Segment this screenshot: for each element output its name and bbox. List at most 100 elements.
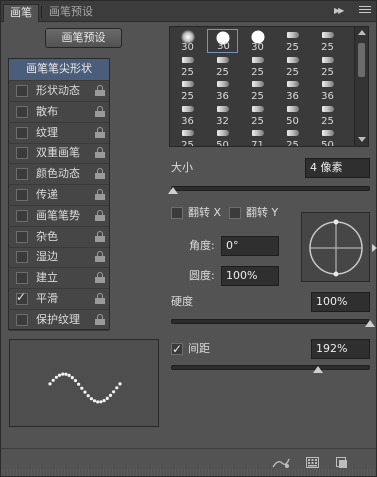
option-checkbox[interactable] <box>16 126 28 139</box>
brush-tip[interactable]: 25 <box>242 78 273 102</box>
brush-size-label: 25 <box>251 66 264 78</box>
sidebar-item[interactable]: 散布 <box>9 102 109 123</box>
option-checkbox[interactable] <box>16 251 28 264</box>
sidebar-item[interactable]: 传递 <box>9 185 109 206</box>
option-checkbox[interactable] <box>16 147 28 160</box>
hardness-field[interactable]: 100% <box>311 292 370 312</box>
lock-icon[interactable] <box>95 105 105 117</box>
angle-field[interactable]: 0° <box>221 236 279 256</box>
spacing-slider-track[interactable] <box>171 365 370 370</box>
option-checkbox[interactable] <box>16 189 28 201</box>
lock-icon[interactable] <box>95 293 105 304</box>
roundness-field[interactable]: 100% <box>221 266 279 286</box>
sidebar-item[interactable]: 杂色 <box>9 227 109 248</box>
tab-brush[interactable]: 画笔 <box>3 4 39 22</box>
resize-grip[interactable] <box>1 469 376 476</box>
lock-icon[interactable] <box>95 313 105 325</box>
sidebar-item[interactable]: 保护纹理 <box>9 310 109 331</box>
brush-tip[interactable]: 71 <box>242 127 273 146</box>
spacing-slider-knob[interactable] <box>313 366 324 373</box>
brush-tip[interactable]: 36 <box>312 78 343 102</box>
size-slider-knob[interactable] <box>167 187 178 194</box>
brush-tip[interactable]: 30 <box>207 29 238 53</box>
brush-tip[interactable]: 25 <box>277 127 308 146</box>
option-checkbox[interactable] <box>16 168 28 181</box>
brush-tip[interactable]: 25 <box>277 54 308 78</box>
collapse-icon[interactable]: ▶▶ <box>334 5 348 17</box>
flip-x-checkbox[interactable] <box>171 207 183 219</box>
sidebar-item[interactable]: 形状动态 <box>9 81 109 102</box>
brush-tip[interactable]: 25 <box>172 78 203 102</box>
lock-icon[interactable] <box>95 85 105 96</box>
brush-tip[interactable]: 50 <box>312 127 343 146</box>
brush-tip[interactable]: 36 <box>207 78 238 102</box>
lock-icon[interactable] <box>95 209 105 221</box>
option-checkbox[interactable] <box>16 230 28 243</box>
tab-brush-presets[interactable]: 画笔预设 <box>43 4 99 22</box>
angle-roundness-widget[interactable] <box>301 212 370 282</box>
brush-tip[interactable]: 25 <box>242 54 273 78</box>
brush-tip[interactable]: 36 <box>277 78 308 102</box>
option-checkbox[interactable] <box>16 313 28 326</box>
brush-tip[interactable]: 25 <box>172 127 203 146</box>
brush-tip[interactable]: 30 <box>242 29 273 53</box>
lock-icon[interactable] <box>95 126 105 138</box>
panel-menu-icon[interactable] <box>359 6 371 16</box>
stroke-dot <box>70 376 74 380</box>
flip-x-label: 翻转 X <box>188 206 222 219</box>
brush-grid-icon[interactable] <box>306 457 319 468</box>
brush-tip[interactable]: 32 <box>207 103 238 127</box>
sidebar-item[interactable]: 颜色动态 <box>9 164 109 186</box>
size-field[interactable]: 4 像素 <box>305 158 370 178</box>
brush-tip[interactable]: 25 <box>242 103 273 127</box>
sidebar-item[interactable]: 双重画笔 <box>9 143 109 165</box>
angle-arrow-icon[interactable] <box>372 244 377 252</box>
lock-icon[interactable] <box>95 230 105 242</box>
brush-tip[interactable]: 50 <box>207 127 238 146</box>
brush-tip[interactable]: 25 <box>207 54 238 78</box>
brush-size-label: 30 <box>251 42 264 53</box>
sidebar-item-brush-tip-shape[interactable]: 画笔笔尖形状 <box>9 59 109 81</box>
brush-tip[interactable]: 30 <box>172 29 203 53</box>
brush-tip[interactable]: 25 <box>277 29 308 53</box>
hardness-slider-track[interactable] <box>171 319 370 324</box>
scroll-down-icon[interactable] <box>358 137 366 142</box>
brush-tip[interactable]: 50 <box>277 103 308 127</box>
bristle-brush-icon <box>251 105 264 112</box>
brush-tip[interactable]: 36 <box>172 103 203 127</box>
sidebar-item[interactable]: 建立 <box>9 268 109 290</box>
toggle-live-tip-preview-icon[interactable] <box>272 457 290 469</box>
lock-icon[interactable] <box>95 272 105 284</box>
spacing-field[interactable]: 192% <box>311 339 370 359</box>
option-checkbox[interactable] <box>16 85 28 97</box>
sidebar-item[interactable]: 湿边 <box>9 247 109 269</box>
sidebar-item-label: 建立 <box>36 271 58 285</box>
hardness-slider-knob[interactable] <box>365 320 375 327</box>
brush-tip[interactable]: 25 <box>312 103 343 127</box>
brush-tip[interactable]: 25 <box>172 54 203 78</box>
brush-tip[interactable]: 25 <box>312 54 343 78</box>
sidebar-item[interactable]: ✓ 平滑 <box>9 289 109 310</box>
lock-icon[interactable] <box>95 251 105 263</box>
option-checkbox[interactable] <box>16 209 28 222</box>
scroll-thumb[interactable] <box>358 43 365 77</box>
sidebar-item[interactable]: 纹理 <box>9 123 109 144</box>
sidebar-item[interactable]: 画笔笔势 <box>9 206 109 227</box>
brush-grid-scrollbar[interactable] <box>354 27 368 146</box>
new-preset-icon[interactable] <box>336 457 348 469</box>
lock-icon[interactable] <box>95 147 105 159</box>
size-slider-track[interactable] <box>171 186 370 191</box>
brush-tip-grid[interactable]: 30 30 30 25 25 25 25 25 25 25 25 36 25 36 36 36 32 25 50 25… <box>169 26 369 147</box>
brush-presets-button[interactable]: 画笔预设 <box>45 28 122 48</box>
brush-size-label: 36 <box>321 91 334 102</box>
lock-icon[interactable] <box>95 189 105 200</box>
flip-y-checkbox[interactable] <box>229 207 241 219</box>
lock-icon[interactable] <box>95 168 105 180</box>
scroll-up-icon[interactable] <box>358 30 366 35</box>
brush-tip[interactable]: 25 <box>312 29 343 53</box>
stroke-dot <box>112 390 116 394</box>
option-checkbox[interactable] <box>16 272 28 285</box>
option-checkbox[interactable] <box>16 105 28 118</box>
check-icon: ✓ <box>16 290 27 304</box>
bristle-brush-icon <box>216 81 229 87</box>
